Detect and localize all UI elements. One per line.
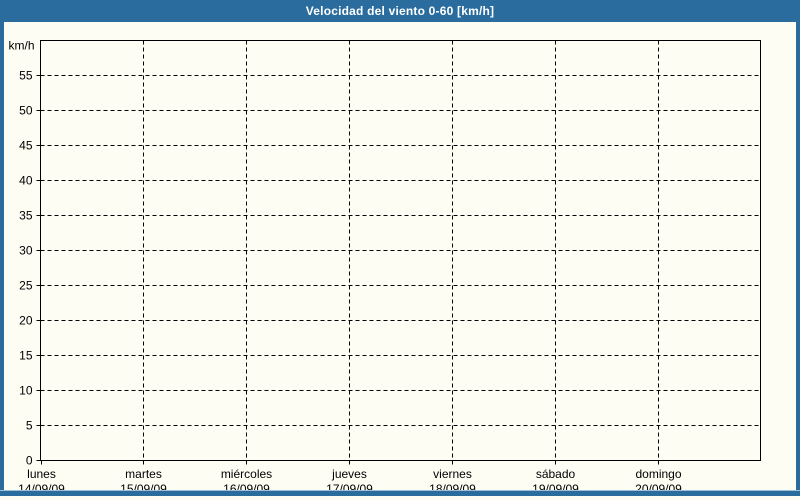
x-day-label: domingo <box>635 467 681 481</box>
x-day-label: miércoles <box>221 467 272 481</box>
y-tick-label: 0 <box>26 454 33 468</box>
y-tick-label: 40 <box>19 174 33 188</box>
y-tick-label: 35 <box>19 209 33 223</box>
x-day-label: jueves <box>331 467 367 481</box>
y-tick-label: 45 <box>19 139 33 153</box>
x-day-label: lunes <box>27 467 56 481</box>
x-day-label: martes <box>125 467 162 481</box>
x-day-label: sábado <box>536 467 576 481</box>
y-tick-label: 30 <box>19 244 33 258</box>
wind-speed-chart: 0510152025303540455055km/hlunes14/09/09m… <box>0 0 800 500</box>
y-tick-label: 50 <box>19 104 33 118</box>
y-tick-label: 25 <box>19 279 33 293</box>
y-tick-label: 5 <box>26 419 33 433</box>
y-tick-label: 20 <box>19 314 33 328</box>
x-day-label: viernes <box>433 467 472 481</box>
y-tick-label: 10 <box>19 384 33 398</box>
window-border-left <box>0 0 4 496</box>
y-tick-label: 55 <box>19 69 33 83</box>
window-border-right <box>796 0 800 496</box>
y-axis-unit-label: km/h <box>8 39 34 53</box>
window-border-bottom <box>0 490 800 496</box>
chart-window: Velocidad del viento 0-60 [km/h] 0510152… <box>0 0 800 500</box>
y-tick-label: 15 <box>19 349 33 363</box>
